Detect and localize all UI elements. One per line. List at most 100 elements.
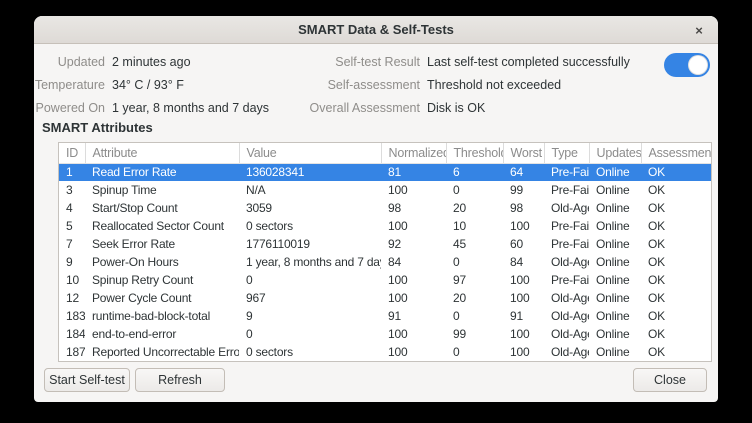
- self-assessment-value: Threshold not exceeded: [427, 78, 561, 92]
- table-cell: Power Cycle Count: [85, 289, 239, 307]
- table-cell: OK: [641, 163, 711, 181]
- table-cell: 92: [381, 235, 446, 253]
- column-header[interactable]: Attribute: [85, 143, 239, 163]
- drive-info-group: Updated 2 minutes ago Temperature 34° C …: [34, 50, 269, 119]
- table-cell: Online: [589, 181, 641, 199]
- self-assessment-label: Self-assessment: [286, 78, 420, 92]
- powered-on-value: 1 year, 8 months and 7 days: [112, 101, 269, 115]
- column-header[interactable]: Threshold: [446, 143, 503, 163]
- column-header[interactable]: Value: [239, 143, 381, 163]
- table-cell: Spinup Retry Count: [85, 271, 239, 289]
- smart-toggle[interactable]: [664, 53, 710, 77]
- smart-data-dialog: SMART Data & Self-Tests × Updated 2 minu…: [34, 16, 718, 402]
- table-cell: Online: [589, 217, 641, 235]
- table-cell: Start/Stop Count: [85, 199, 239, 217]
- table-cell: OK: [641, 199, 711, 217]
- table-cell: 81: [381, 163, 446, 181]
- updated-row: Updated 2 minutes ago: [34, 50, 269, 73]
- smart-attributes-heading: SMART Attributes: [42, 120, 153, 135]
- selftest-result-label: Self-test Result: [286, 55, 420, 69]
- close-button[interactable]: Close: [633, 368, 707, 392]
- table-cell: 3: [59, 181, 85, 199]
- table-row[interactable]: 10Spinup Retry Count010097100Pre-FailOnl…: [59, 271, 711, 289]
- table-cell: Pre-Fail: [544, 217, 589, 235]
- temperature-label: Temperature: [34, 78, 105, 92]
- overall-assessment-row: Overall Assessment Disk is OK: [286, 96, 630, 119]
- temperature-value: 34° C / 93° F: [112, 78, 184, 92]
- table-cell: Reported Uncorrectable Errors: [85, 343, 239, 361]
- table-row[interactable]: 183runtime-bad-block-total991091Old-AgeO…: [59, 307, 711, 325]
- table-cell: OK: [641, 307, 711, 325]
- table-cell: Spinup Time: [85, 181, 239, 199]
- powered-on-row: Powered On 1 year, 8 months and 7 days: [34, 96, 269, 119]
- updated-value: 2 minutes ago: [112, 55, 191, 69]
- table-cell: Online: [589, 253, 641, 271]
- table-cell: 3059: [239, 199, 381, 217]
- table-row[interactable]: 1Read Error Rate13602834181664Pre-FailOn…: [59, 163, 711, 181]
- table-cell: 20: [446, 199, 503, 217]
- table-row[interactable]: 5Reallocated Sector Count0 sectors100101…: [59, 217, 711, 235]
- table-cell: 60: [503, 235, 544, 253]
- table-cell: Pre-Fail: [544, 163, 589, 181]
- table-row[interactable]: 187Reported Uncorrectable Errors0 sector…: [59, 343, 711, 361]
- table-cell: Online: [589, 307, 641, 325]
- column-header[interactable]: Updates: [589, 143, 641, 163]
- table-cell: 99: [446, 325, 503, 343]
- table-row[interactable]: 7Seek Error Rate1776110019924560Pre-Fail…: [59, 235, 711, 253]
- table-cell: OK: [641, 289, 711, 307]
- table-row[interactable]: 3Spinup TimeN/A100099Pre-FailOnlineOK: [59, 181, 711, 199]
- table-row[interactable]: 184end-to-end-error010099100Old-AgeOnlin…: [59, 325, 711, 343]
- table-cell: 1776110019: [239, 235, 381, 253]
- table-cell: end-to-end-error: [85, 325, 239, 343]
- table-cell: 9: [239, 307, 381, 325]
- table-cell: Read Error Rate: [85, 163, 239, 181]
- table-cell: 100: [381, 271, 446, 289]
- table-cell: OK: [641, 217, 711, 235]
- column-header[interactable]: Type: [544, 143, 589, 163]
- table-cell: 100: [381, 181, 446, 199]
- overall-assessment-label: Overall Assessment: [286, 101, 420, 115]
- table-cell: Power-On Hours: [85, 253, 239, 271]
- table-cell: 6: [446, 163, 503, 181]
- temperature-row: Temperature 34° C / 93° F: [34, 73, 269, 96]
- table-cell: Old-Age: [544, 199, 589, 217]
- column-header[interactable]: Assessment: [641, 143, 711, 163]
- table-cell: runtime-bad-block-total: [85, 307, 239, 325]
- table-cell: 10: [59, 271, 85, 289]
- table-row[interactable]: 4Start/Stop Count3059982098Old-AgeOnline…: [59, 199, 711, 217]
- start-selftest-button[interactable]: Start Self-test: [44, 368, 130, 392]
- table-cell: 4: [59, 199, 85, 217]
- table-cell: 183: [59, 307, 85, 325]
- column-header[interactable]: Normalized: [381, 143, 446, 163]
- table-cell: OK: [641, 181, 711, 199]
- table-cell: Online: [589, 235, 641, 253]
- table-cell: 187: [59, 343, 85, 361]
- table-cell: 1: [59, 163, 85, 181]
- column-header[interactable]: ID: [59, 143, 85, 163]
- table-cell: 0: [446, 307, 503, 325]
- table-cell: 9: [59, 253, 85, 271]
- table-cell: 97: [446, 271, 503, 289]
- table-cell: 100: [381, 325, 446, 343]
- overall-assessment-value: Disk is OK: [427, 101, 485, 115]
- table-row[interactable]: 12Power Cycle Count96710020100Old-AgeOnl…: [59, 289, 711, 307]
- table-cell: 64: [503, 163, 544, 181]
- table-cell: Pre-Fail: [544, 181, 589, 199]
- table-cell: 184: [59, 325, 85, 343]
- close-icon[interactable]: ×: [688, 19, 710, 41]
- assessment-info-group: Self-test Result Last self-test complete…: [286, 50, 630, 119]
- table-cell: Old-Age: [544, 325, 589, 343]
- selftest-result-row: Self-test Result Last self-test complete…: [286, 50, 630, 73]
- table-header-row: IDAttributeValueNormalizedThresholdWorst…: [59, 143, 711, 163]
- table-cell: Old-Age: [544, 343, 589, 361]
- table-cell: OK: [641, 271, 711, 289]
- table-row[interactable]: 9Power-On Hours1 year, 8 months and 7 da…: [59, 253, 711, 271]
- window-title: SMART Data & Self-Tests: [298, 22, 454, 37]
- table-cell: Seek Error Rate: [85, 235, 239, 253]
- table-cell: Online: [589, 325, 641, 343]
- titlebar[interactable]: SMART Data & Self-Tests ×: [34, 16, 718, 44]
- table-cell: Old-Age: [544, 253, 589, 271]
- refresh-button[interactable]: Refresh: [135, 368, 225, 392]
- column-header[interactable]: Worst: [503, 143, 544, 163]
- table-cell: 136028341: [239, 163, 381, 181]
